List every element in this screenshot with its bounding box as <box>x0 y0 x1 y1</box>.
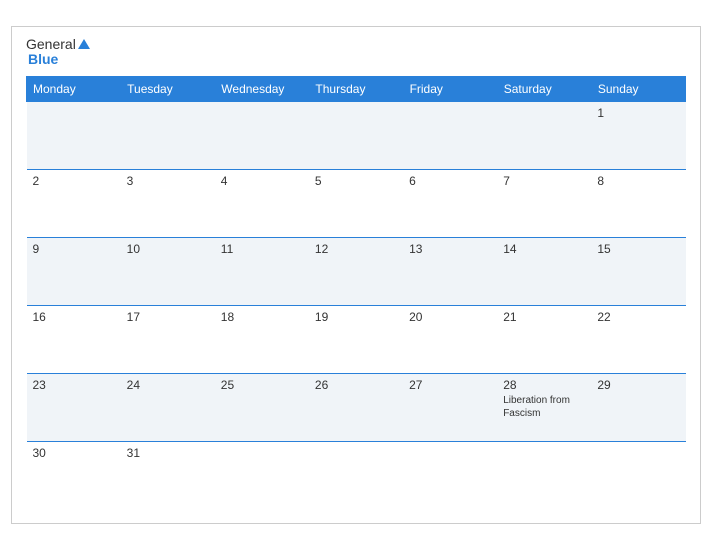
calendar-cell: 11 <box>215 237 309 305</box>
calendar-cell: 13 <box>403 237 497 305</box>
calendar-cell <box>403 101 497 169</box>
day-number: 17 <box>127 310 209 324</box>
calendar-cell: 3 <box>121 169 215 237</box>
calendar-cell: 10 <box>121 237 215 305</box>
logo-triangle-icon <box>78 39 90 49</box>
calendar-cell: 30 <box>27 441 121 509</box>
day-number: 11 <box>221 242 303 256</box>
calendar-cell <box>591 441 685 509</box>
calendar-cell: 12 <box>309 237 403 305</box>
week-row-5: 23 24 25 26 27 28 Liberation from Fascism 29 <box>27 373 686 441</box>
weekday-header-sunday: Sunday <box>591 76 685 101</box>
day-number: 12 <box>315 242 397 256</box>
calendar-cell: 15 <box>591 237 685 305</box>
calendar-cell: 23 <box>27 373 121 441</box>
calendar-cell: 17 <box>121 305 215 373</box>
day-number: 4 <box>221 174 303 188</box>
calendar-cell: 18 <box>215 305 309 373</box>
calendar-cell <box>309 101 403 169</box>
day-number: 25 <box>221 378 303 392</box>
day-number: 24 <box>127 378 209 392</box>
day-number: 30 <box>33 446 115 460</box>
calendar-cell: 7 <box>497 169 591 237</box>
week-row-6: 30 31 <box>27 441 686 509</box>
calendar-cell: 5 <box>309 169 403 237</box>
day-number: 10 <box>127 242 209 256</box>
calendar-cell <box>27 101 121 169</box>
calendar-cell <box>215 441 309 509</box>
calendar-container: General Blue MondayTuesdayWednesdayThurs… <box>11 26 701 524</box>
day-number: 29 <box>597 378 679 392</box>
day-number: 9 <box>33 242 115 256</box>
logo-blue-text: Blue <box>28 52 92 67</box>
day-number: 14 <box>503 242 585 256</box>
day-number: 28 <box>503 378 585 392</box>
calendar-cell: 8 <box>591 169 685 237</box>
calendar-cell <box>121 101 215 169</box>
weekday-header-saturday: Saturday <box>497 76 591 101</box>
calendar-header: General Blue <box>26 37 686 68</box>
calendar-cell: 19 <box>309 305 403 373</box>
calendar-grid: MondayTuesdayWednesdayThursdayFridaySatu… <box>26 76 686 510</box>
day-number: 27 <box>409 378 491 392</box>
calendar-cell: 6 <box>403 169 497 237</box>
day-number: 31 <box>127 446 209 460</box>
day-number: 19 <box>315 310 397 324</box>
calendar-cell: 20 <box>403 305 497 373</box>
day-number: 22 <box>597 310 679 324</box>
calendar-cell <box>403 441 497 509</box>
calendar-cell: 28 Liberation from Fascism <box>497 373 591 441</box>
calendar-cell: 14 <box>497 237 591 305</box>
day-number: 2 <box>33 174 115 188</box>
calendar-cell: 22 <box>591 305 685 373</box>
calendar-cell: 1 <box>591 101 685 169</box>
day-number: 16 <box>33 310 115 324</box>
calendar-cell: 29 <box>591 373 685 441</box>
weekday-header-thursday: Thursday <box>309 76 403 101</box>
weekday-header-row: MondayTuesdayWednesdayThursdayFridaySatu… <box>27 76 686 101</box>
day-number: 6 <box>409 174 491 188</box>
day-number: 23 <box>33 378 115 392</box>
calendar-cell: 9 <box>27 237 121 305</box>
day-number: 1 <box>597 106 679 120</box>
calendar-cell: 21 <box>497 305 591 373</box>
calendar-cell: 16 <box>27 305 121 373</box>
weekday-header-tuesday: Tuesday <box>121 76 215 101</box>
calendar-cell: 26 <box>309 373 403 441</box>
calendar-cell: 24 <box>121 373 215 441</box>
calendar-cell: 25 <box>215 373 309 441</box>
day-number: 15 <box>597 242 679 256</box>
day-number: 7 <box>503 174 585 188</box>
calendar-cell: 31 <box>121 441 215 509</box>
day-number: 13 <box>409 242 491 256</box>
logo-general-text: General <box>26 37 76 52</box>
calendar-cell: 27 <box>403 373 497 441</box>
calendar-cell <box>497 441 591 509</box>
calendar-cell: 4 <box>215 169 309 237</box>
week-row-4: 16 17 18 19 20 21 22 <box>27 305 686 373</box>
day-number: 3 <box>127 174 209 188</box>
week-row-1: 1 <box>27 101 686 169</box>
weekday-header-wednesday: Wednesday <box>215 76 309 101</box>
weekday-header-friday: Friday <box>403 76 497 101</box>
weekday-header-monday: Monday <box>27 76 121 101</box>
calendar-cell: 2 <box>27 169 121 237</box>
event-text: Liberation from Fascism <box>503 394 585 420</box>
calendar-cell <box>497 101 591 169</box>
calendar-cell <box>309 441 403 509</box>
day-number: 26 <box>315 378 397 392</box>
week-row-3: 9 10 11 12 13 14 15 <box>27 237 686 305</box>
day-number: 18 <box>221 310 303 324</box>
day-number: 21 <box>503 310 585 324</box>
week-row-2: 2345678 <box>27 169 686 237</box>
day-number: 20 <box>409 310 491 324</box>
day-number: 8 <box>597 174 679 188</box>
logo: General Blue <box>26 37 92 68</box>
calendar-cell <box>215 101 309 169</box>
day-number: 5 <box>315 174 397 188</box>
